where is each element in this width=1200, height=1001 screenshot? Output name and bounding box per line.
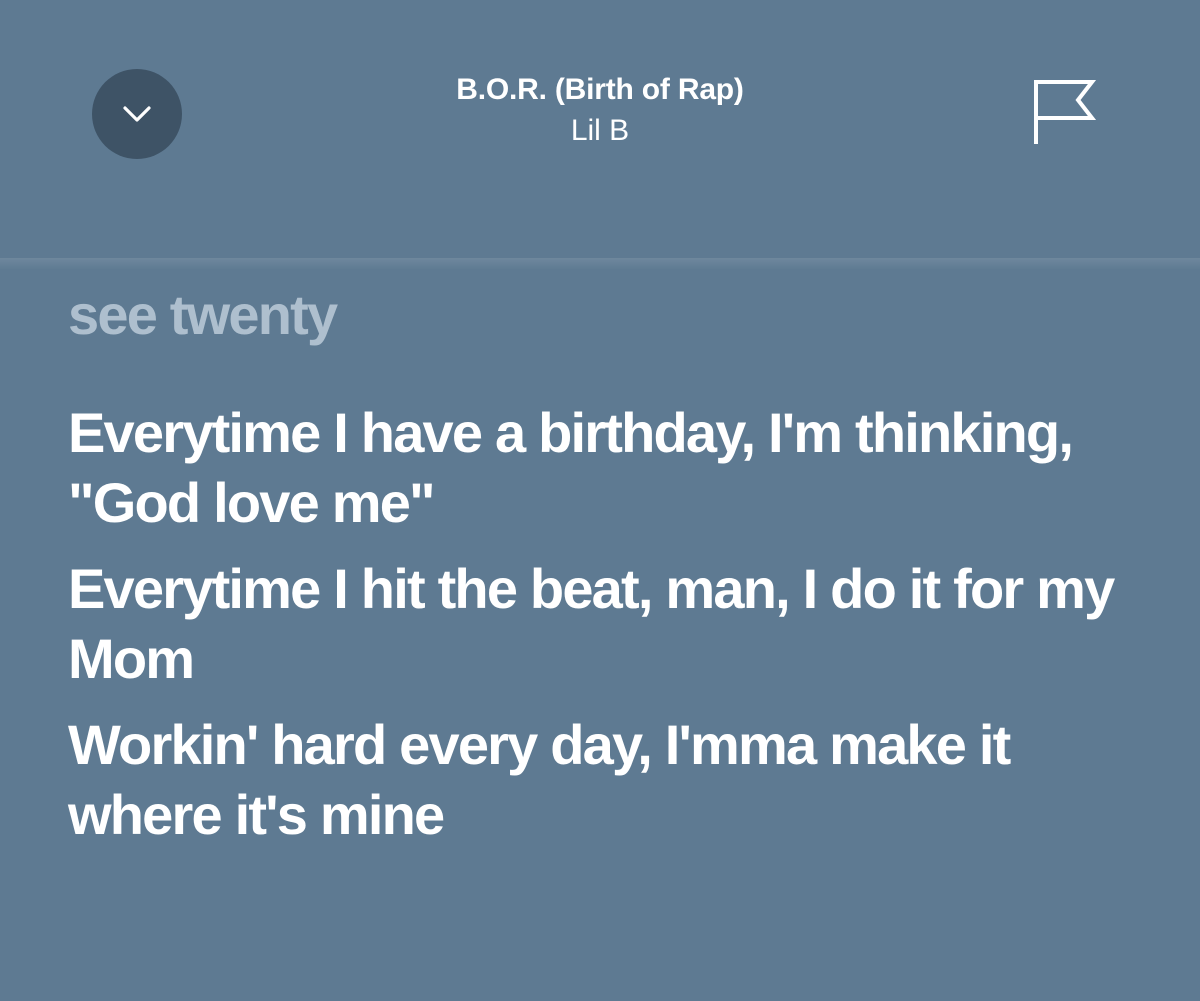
lyrics-fade (0, 258, 1200, 270)
lyrics-header: B.O.R. (Birth of Rap) Lil B (0, 0, 1200, 200)
collapse-button[interactable] (92, 69, 182, 159)
lyric-line[interactable]: Everytime I hit the beat, man, I do it f… (68, 554, 1148, 694)
chevron-down-icon (123, 106, 151, 122)
lyric-line[interactable]: Everytime I have a birthday, I'm thinkin… (68, 398, 1148, 538)
lyrics-container: see twenty Everytime I have a birthday, … (68, 280, 1148, 850)
flag-icon (1034, 80, 1097, 144)
report-button[interactable] (1024, 72, 1100, 148)
track-title: B.O.R. (Birth of Rap) (456, 73, 744, 106)
lyric-line[interactable]: Workin' hard every day, I'mma make it wh… (68, 710, 1148, 850)
track-artist[interactable]: Lil B (300, 111, 900, 151)
lyric-line-past[interactable]: see twenty (68, 280, 1148, 350)
track-info: B.O.R. (Birth of Rap) Lil B (300, 70, 900, 151)
